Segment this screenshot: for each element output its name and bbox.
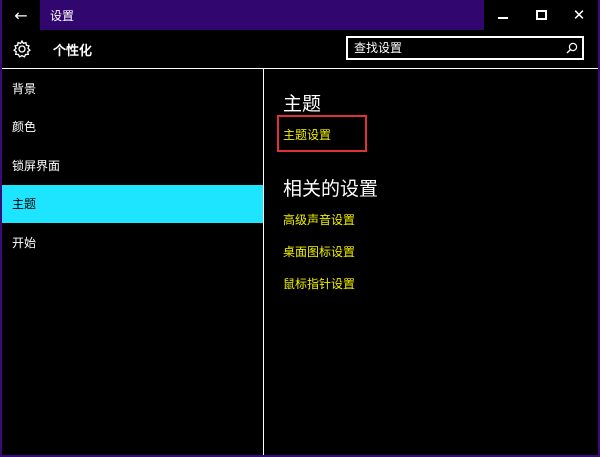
maximize-button[interactable] — [522, 0, 560, 30]
sidebar-item-start[interactable]: 开始 — [2, 223, 263, 262]
back-arrow-icon: ← — [14, 5, 28, 25]
search-input[interactable] — [348, 40, 562, 56]
close-button[interactable]: ✕ — [560, 0, 598, 30]
close-icon: ✕ — [572, 5, 586, 24]
main-content: 主题 主题设置 相关的设置 高级声音设置 桌面图标设置 鼠标指针设置 — [277, 69, 588, 455]
sidebar-item-label: 背景 — [12, 81, 37, 96]
sidebar-item-themes[interactable]: 主题 — [2, 184, 263, 223]
title-bar: ← 设置 ✕ — [2, 0, 598, 30]
page-title: 个性化 — [53, 43, 93, 59]
theme-heading: 主题 — [283, 93, 322, 115]
sidebar-item-label: 主题 — [12, 197, 37, 212]
search-box[interactable] — [346, 36, 584, 60]
page-header: 个性化 — [2, 30, 598, 68]
desktop-icon-settings-link[interactable]: 桌面图标设置 — [283, 243, 355, 260]
minimize-button[interactable] — [484, 0, 522, 30]
sidebar-divider — [263, 69, 264, 455]
minimize-icon — [498, 17, 508, 19]
search-icon[interactable] — [562, 38, 582, 58]
sidebar-item-colors[interactable]: 颜色 — [2, 108, 263, 147]
sidebar-item-label: 锁屏界面 — [12, 158, 61, 173]
sidebar-item-label: 开始 — [12, 235, 37, 250]
title-strip: 设置 — [40, 0, 484, 30]
related-settings-heading: 相关的设置 — [283, 178, 379, 200]
window-controls: ✕ — [484, 0, 598, 30]
sidebar-item-background[interactable]: 背景 — [2, 69, 263, 108]
gear-icon — [11, 38, 33, 60]
sidebar-item-lock-screen[interactable]: 锁屏界面 — [2, 146, 263, 185]
sidebar: 背景 颜色 锁屏界面 主题 开始 — [2, 69, 263, 455]
sidebar-item-label: 颜色 — [12, 120, 37, 135]
advanced-sound-settings-link[interactable]: 高级声音设置 — [283, 211, 355, 228]
maximize-icon — [535, 10, 547, 20]
mouse-pointer-settings-link[interactable]: 鼠标指针设置 — [283, 275, 355, 292]
back-button[interactable]: ← — [2, 0, 40, 30]
theme-settings-link[interactable]: 主题设置 — [283, 126, 331, 143]
window-title: 设置 — [50, 8, 75, 23]
settings-window: ← 设置 ✕ 个性化 查找设置 背景 颜色 锁屏界面 主题 开始 主题 主题设置… — [0, 0, 600, 457]
